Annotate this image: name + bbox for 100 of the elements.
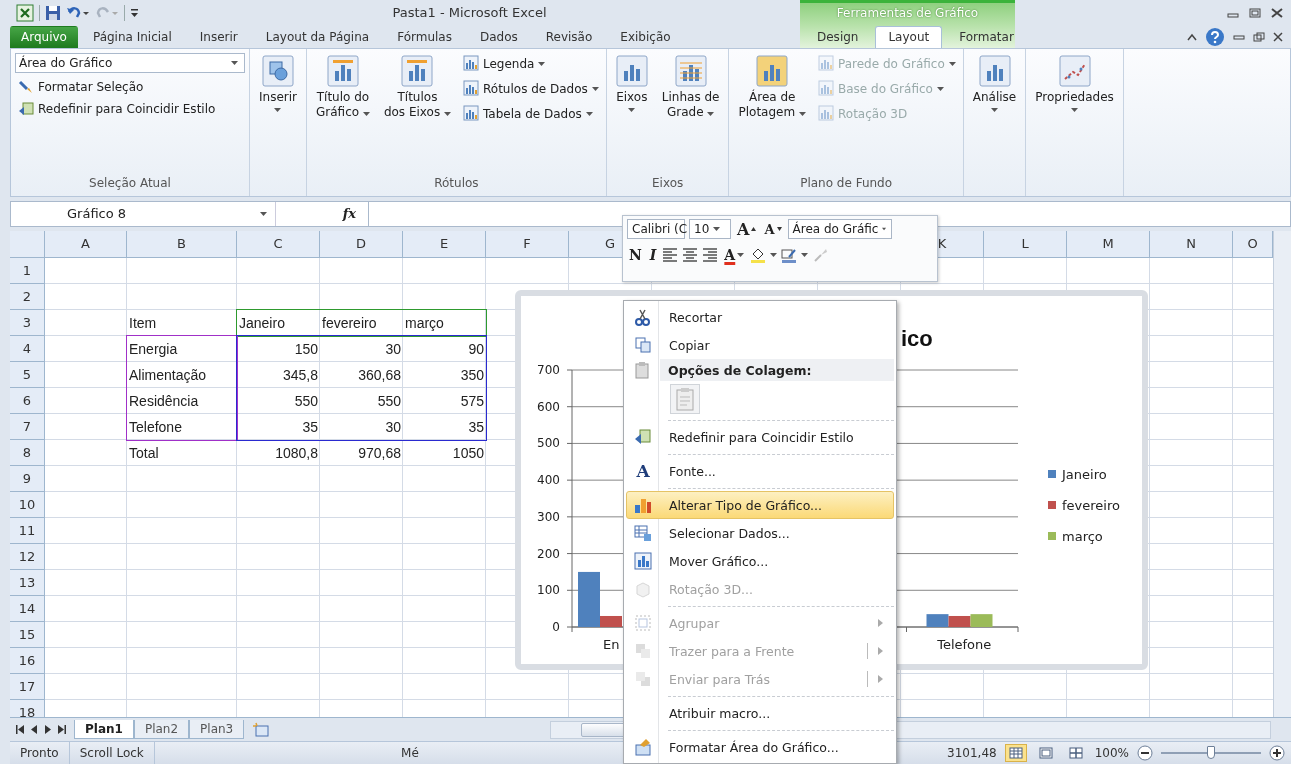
- row-header[interactable]: 12: [10, 543, 45, 570]
- ribbon-tab[interactable]: Layout: [875, 25, 943, 48]
- ribbon-button[interactable]: Formatar Seleção: [15, 76, 245, 97]
- caret-icon: [260, 211, 267, 216]
- ribbon-button[interactable]: Títulos dos Eixos: [378, 52, 456, 122]
- row-header[interactable]: 10: [10, 491, 45, 518]
- menu-item[interactable]: Redefinir para Coincidir Estilo: [626, 423, 894, 451]
- row-header[interactable]: 4: [10, 335, 45, 362]
- row-header[interactable]: 3: [10, 309, 45, 336]
- ribbon-button[interactable]: Linhas de Grade: [656, 52, 725, 122]
- chart-element-dropdown[interactable]: Área do Gráfic: [787, 219, 892, 239]
- ribbon-tab[interactable]: Formatar: [946, 25, 1027, 48]
- ribbon-tab[interactable]: Layout da Página: [252, 25, 383, 48]
- font-name-dropdown[interactable]: Calibri (C: [627, 219, 685, 239]
- font-color-button[interactable]: A: [722, 247, 747, 263]
- ribbon-button[interactable]: Título do Gráfico: [311, 52, 375, 122]
- column-header[interactable]: D: [320, 230, 403, 258]
- vertical-scrollbar[interactable]: [1273, 230, 1291, 717]
- row-header[interactable]: 9: [10, 465, 45, 492]
- normal-view-button[interactable]: [1004, 744, 1027, 763]
- ribbon-button[interactable]: Área de Plotagem: [733, 52, 811, 122]
- ribbon-button[interactable]: Inserir: [254, 52, 302, 114]
- fill-bucket-icon[interactable]: [750, 247, 767, 263]
- restore-icon[interactable]: [1249, 7, 1261, 18]
- menu-item[interactable]: Mover Gráfico...: [626, 547, 894, 575]
- ribbon-button[interactable]: Tabela de Dados: [460, 102, 602, 126]
- name-box[interactable]: Gráfico 8: [11, 202, 275, 226]
- row-header[interactable]: 7: [10, 413, 45, 440]
- column-header[interactable]: B: [127, 230, 237, 258]
- menu-item[interactable]: A Fonte...: [626, 457, 894, 485]
- align-center-icon[interactable]: [682, 247, 699, 263]
- ribbon-button[interactable]: Legenda: [460, 52, 602, 76]
- ribbon-button[interactable]: Propriedades: [1030, 52, 1119, 114]
- sheet-tab[interactable]: Plan1: [74, 720, 134, 740]
- ribbon-button[interactable]: Rótulos de Dados: [460, 77, 602, 101]
- align-right-icon[interactable]: [702, 247, 719, 263]
- sheet-tab[interactable]: Plan2: [133, 720, 190, 740]
- first-sheet-icon[interactable]: [16, 725, 24, 735]
- customize-toolbar-icon[interactable]: [130, 7, 139, 18]
- menu-item[interactable]: Atribuir macro...: [626, 699, 894, 727]
- ribbon-button[interactable]: Eixos: [610, 52, 653, 114]
- ribbon-tab[interactable]: Dados: [466, 25, 531, 48]
- menu-item[interactable]: Selecionar Dados...: [626, 519, 894, 547]
- save-icon[interactable]: [45, 4, 61, 21]
- reset-style-icon: [634, 428, 652, 446]
- table-cell-text: 550: [293, 391, 319, 411]
- ribbon-tab[interactable]: Inserir: [186, 25, 251, 48]
- clipboard-icon: [675, 387, 695, 411]
- insert-function-button[interactable]: fx: [342, 206, 356, 222]
- close-icon[interactable]: [1273, 31, 1283, 42]
- column-header[interactable]: L: [984, 230, 1067, 258]
- column-header[interactable]: N: [1150, 230, 1233, 258]
- chart-element-dropdown[interactable]: Área do Gráfico: [15, 52, 245, 73]
- row-header[interactable]: 16: [10, 647, 45, 674]
- ribbon-tab[interactable]: Exibição: [607, 25, 684, 48]
- menu-item[interactable]: Copiar: [626, 331, 894, 359]
- ribbon-tab[interactable]: Fórmulas: [384, 25, 465, 48]
- row-header[interactable]: 8: [10, 439, 45, 466]
- row-header[interactable]: 17: [10, 673, 45, 700]
- column-header[interactable]: O: [1233, 230, 1273, 258]
- ribbon-button[interactable]: Análise: [967, 52, 1022, 114]
- ribbon-tab[interactable]: Design: [804, 25, 872, 48]
- menu-item[interactable]: Recortar: [626, 303, 894, 331]
- ribbon-tab[interactable]: Revisão: [532, 25, 606, 48]
- menu-item[interactable]: Alterar Tipo de Gráfico...: [626, 491, 894, 519]
- zoom-in-icon[interactable]: [1269, 745, 1285, 762]
- grow-font-button[interactable]: A: [735, 219, 759, 239]
- font-size-dropdown[interactable]: 10: [689, 219, 731, 239]
- column-header[interactable]: M: [1067, 230, 1150, 258]
- shrink-font-button[interactable]: A: [762, 221, 784, 237]
- row-header[interactable]: 11: [10, 517, 45, 544]
- row-header[interactable]: 15: [10, 621, 45, 648]
- zoom-slider-thumb[interactable]: [1207, 746, 1215, 760]
- ribbon-button[interactable]: Redefinir para Coincidir Estilo: [15, 98, 245, 119]
- collapse-ribbon-icon[interactable]: [1187, 32, 1197, 41]
- close-icon[interactable]: [1271, 7, 1283, 18]
- align-left-icon[interactable]: [662, 247, 679, 263]
- row-header[interactable]: 14: [10, 595, 45, 622]
- ribbon-tab[interactable]: Página Inicial: [79, 25, 185, 48]
- row-header[interactable]: 13: [10, 569, 45, 596]
- row-header[interactable]: 5: [10, 361, 45, 388]
- next-sheet-icon[interactable]: [44, 725, 52, 735]
- restore-icon[interactable]: [1253, 31, 1265, 42]
- sheet-tab[interactable]: Plan3: [189, 720, 245, 740]
- help-icon[interactable]: [1205, 26, 1225, 47]
- outline-pen-icon[interactable]: [781, 247, 798, 263]
- column-header[interactable]: A: [45, 230, 127, 258]
- last-sheet-icon[interactable]: [58, 725, 66, 735]
- ribbon-tab[interactable]: Arquivo: [10, 25, 78, 48]
- column-header[interactable]: F: [486, 230, 569, 258]
- excel-logo-icon[interactable]: [16, 3, 34, 22]
- row-header[interactable]: 1: [10, 257, 45, 284]
- zoom-out-icon[interactable]: [1137, 745, 1153, 762]
- row-header[interactable]: 6: [10, 387, 45, 414]
- previous-sheet-icon[interactable]: [30, 725, 38, 735]
- menu-item[interactable]: Formatar Área do Gráfico...: [626, 733, 894, 761]
- column-header[interactable]: E: [403, 230, 486, 258]
- column-header[interactable]: C: [237, 230, 320, 258]
- row-header[interactable]: 2: [10, 283, 45, 310]
- bar-chart-icon: [634, 552, 652, 570]
